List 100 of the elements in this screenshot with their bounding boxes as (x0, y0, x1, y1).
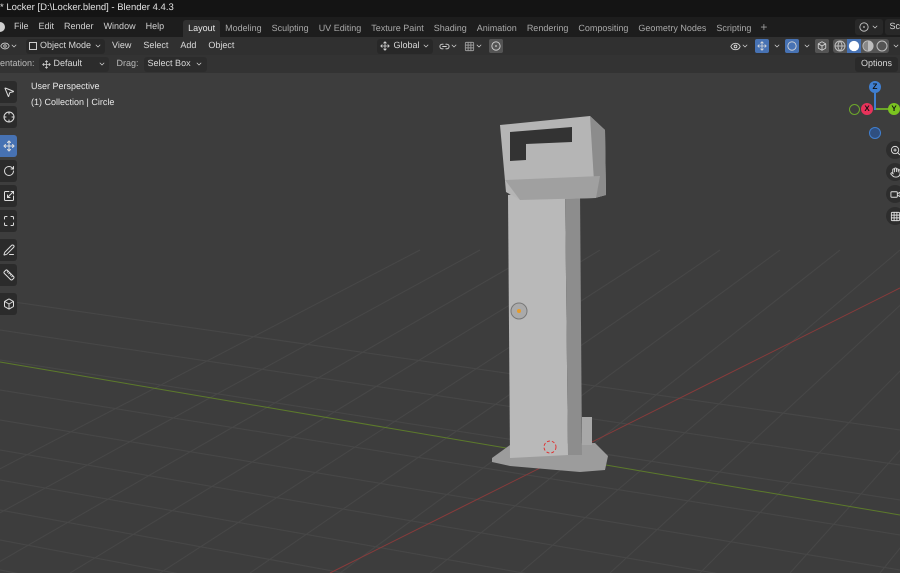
shading-mode-button[interactable] (861, 39, 875, 53)
orientation-setting[interactable]: Default (38, 56, 109, 72)
workspace-tab[interactable]: Scripting (711, 20, 756, 37)
xray-toggle[interactable] (815, 39, 829, 53)
cube-icon (817, 41, 827, 51)
menu-item[interactable]: Help (140, 20, 170, 34)
caret-icon[interactable] (773, 42, 781, 50)
add-workspace-button[interactable]: + (756, 18, 772, 36)
view-name: User Perspective (31, 80, 101, 93)
solid-sphere-icon (848, 40, 860, 52)
axes-icon (42, 60, 51, 68)
ruler-icon (2, 269, 14, 281)
drag-label: Drag: (116, 57, 139, 70)
window-title: * Locker [D:\Locker.blend] - Blender 4.4.3 (0, 1, 174, 16)
workspace-tab[interactable]: Geometry Nodes (633, 20, 712, 37)
caret-icon[interactable] (194, 60, 203, 68)
overlays-toggle[interactable] (785, 39, 799, 53)
z-axis-handle[interactable]: Z (869, 81, 881, 93)
pointer-icon (2, 86, 14, 98)
snap-icon[interactable] (464, 40, 476, 52)
negative-z-axis-icon[interactable] (869, 127, 881, 139)
options-button[interactable]: Options (854, 56, 898, 72)
pan-button[interactable] (886, 163, 900, 181)
header-menu[interactable]: Add (175, 39, 202, 53)
pen-icon (2, 244, 14, 256)
caret-icon[interactable] (892, 42, 900, 50)
tool-button[interactable] (0, 81, 17, 103)
caret-icon[interactable] (98, 60, 106, 68)
rotate-icon (2, 165, 14, 177)
eye-icon[interactable] (730, 40, 741, 52)
orientation-dropdown[interactable]: Global (377, 38, 434, 54)
grid-icon (890, 210, 900, 222)
crosshair-icon (2, 111, 14, 123)
tool-button[interactable] (0, 239, 17, 261)
y-axis-handle[interactable]: Y (888, 103, 900, 115)
caret-icon[interactable] (450, 42, 458, 50)
workspace-tab[interactable]: Sculpting (266, 20, 314, 37)
hand-icon (890, 166, 900, 178)
collection-info: (1) Collection | Circle (31, 96, 114, 109)
eye-icon[interactable] (0, 41, 10, 51)
caret-icon[interactable] (10, 42, 18, 50)
caret-icon[interactable] (422, 42, 430, 50)
menu-item[interactable]: Edit (34, 20, 60, 34)
menu-item[interactable]: File (9, 20, 34, 34)
zoom-button[interactable] (886, 141, 900, 159)
caret-icon[interactable] (871, 23, 880, 31)
tool-button[interactable] (0, 293, 17, 315)
tool-button[interactable] (0, 160, 17, 182)
tool-button[interactable] (0, 185, 17, 207)
header-menu[interactable]: Object (203, 39, 240, 53)
tool-button[interactable] (0, 106, 17, 128)
caret-icon[interactable] (475, 42, 484, 50)
workspace-tab[interactable]: Animation (472, 20, 522, 37)
camera-icon (890, 188, 900, 200)
workspace-tab[interactable]: UV Editing (314, 20, 366, 37)
scene-icon (859, 22, 870, 32)
orientation-label: entation: (0, 57, 35, 70)
header-menu[interactable]: View (107, 39, 136, 53)
x-axis-handle[interactable]: X (861, 103, 873, 115)
z-axis-line (874, 93, 876, 110)
scale-icon (2, 190, 14, 202)
scene-name[interactable]: Sc (885, 19, 900, 35)
grid-view-button[interactable] (886, 207, 900, 225)
zoom-icon (890, 144, 900, 156)
shading-mode-button[interactable] (875, 39, 889, 53)
menu-item[interactable]: Render (59, 20, 99, 34)
negative-y-axis-icon[interactable] (849, 104, 860, 115)
drag-setting[interactable]: Select Box (144, 56, 207, 72)
workspace-tab[interactable]: Compositing (573, 20, 634, 37)
mode-dropdown[interactable]: Object Mode (26, 38, 106, 54)
workspace-tab[interactable]: Modeling (220, 20, 267, 37)
caret-icon[interactable] (741, 42, 749, 50)
caret-icon[interactable] (803, 42, 811, 50)
workspace-tab[interactable]: Layout (183, 20, 220, 37)
gizmo-toggle[interactable] (755, 39, 769, 53)
half-shaded-sphere-icon (862, 40, 874, 52)
header-menu[interactable]: Select (138, 39, 174, 53)
blender-logo-icon[interactable] (0, 22, 5, 32)
cube-icon (2, 298, 14, 310)
object-mode-icon (29, 42, 37, 50)
target-icon (491, 41, 502, 51)
tool-button[interactable] (0, 210, 17, 232)
shading-mode-button[interactable] (847, 39, 861, 53)
camera-button[interactable] (886, 185, 900, 203)
workspace-tab[interactable]: Texture Paint (366, 20, 429, 37)
workspace-tab[interactable]: Rendering (522, 20, 574, 37)
tool-button[interactable] (0, 264, 17, 286)
workspace-tab[interactable]: Shading (428, 20, 472, 37)
caret-icon[interactable] (94, 42, 102, 50)
y-axis-line (876, 108, 889, 110)
sphere-outline-icon (876, 40, 888, 52)
move-icon (2, 140, 14, 152)
menu-item[interactable]: Window (98, 20, 141, 34)
circle-icon (787, 41, 797, 51)
scene-selector[interactable] (855, 19, 884, 35)
axes-icon (380, 41, 390, 51)
shading-mode-button[interactable] (833, 39, 847, 53)
transform-icon (2, 215, 14, 227)
proportional-edit-toggle[interactable] (489, 39, 504, 53)
wireframe-sphere-icon (834, 40, 846, 52)
